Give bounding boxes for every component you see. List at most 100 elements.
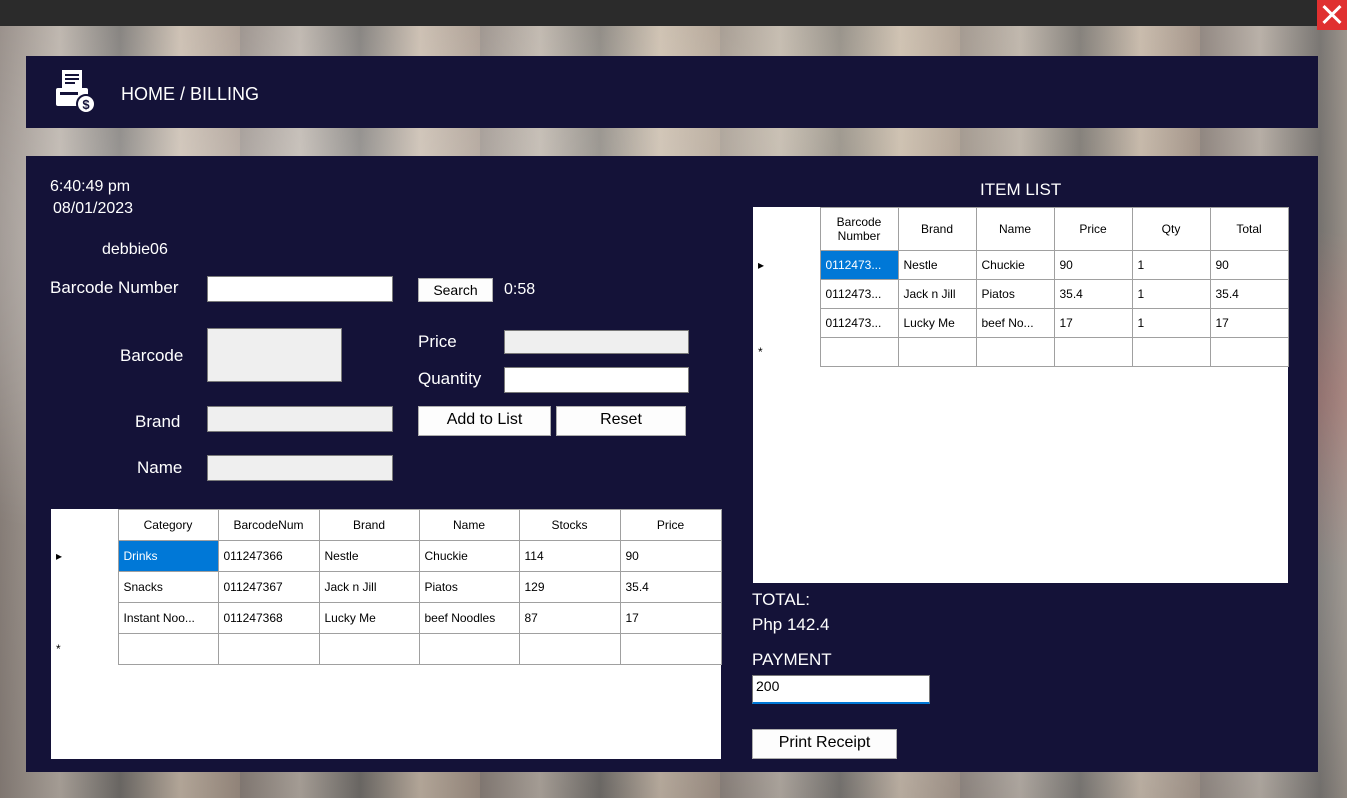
quantity-input[interactable] [504,367,689,393]
table-cell[interactable]: 17 [1209,308,1289,338]
name-label: Name [137,458,183,477]
column-header[interactable]: Name [418,509,520,541]
table-cell[interactable]: 1 [1131,279,1211,309]
table-cell[interactable]: Lucky Me [318,602,420,634]
new-row[interactable]: * [753,337,1289,367]
table-cell[interactable]: 17 [1053,308,1133,338]
table-cell[interactable]: 0112473... [819,279,899,309]
new-row-marker: * [753,337,821,367]
column-header[interactable]: Stocks [518,509,621,541]
table-cell[interactable] [518,633,621,665]
price-label: Price [418,332,457,351]
timer: 0:58 [504,281,536,298]
search-button[interactable]: Search [418,278,493,302]
table-cell[interactable]: Lucky Me [897,308,977,338]
table-cell[interactable] [1131,337,1211,367]
new-row-marker: * [51,633,119,665]
table-cell[interactable]: 87 [518,602,621,634]
column-header[interactable]: Barcode Number [819,207,899,251]
close-icon[interactable] [1317,0,1347,30]
table-cell[interactable]: Nestle [897,250,977,280]
table-cell[interactable]: 35.4 [1209,279,1289,309]
quantity-label: Quantity [418,369,482,388]
product-grid[interactable]: Category BarcodeNum Brand Name Stocks Pr… [51,509,722,759]
barcode-number-input[interactable] [207,276,393,302]
table-cell[interactable]: 129 [518,571,621,603]
row-header[interactable] [51,571,119,603]
table-cell[interactable] [217,633,320,665]
table-row[interactable]: ▸ 0112473... Nestle Chuckie 90 1 90 [753,250,1289,280]
new-row[interactable]: * [51,633,722,665]
username: debbie06 [102,241,168,258]
table-cell[interactable] [619,633,722,665]
title-bar [0,0,1347,26]
table-cell[interactable]: Drinks [117,540,219,572]
table-row[interactable]: ▸ Drinks 011247366 Nestle Chuckie 114 90 [51,540,722,572]
table-cell[interactable]: 114 [518,540,621,572]
table-cell[interactable]: Jack n Jill [897,279,977,309]
table-cell[interactable] [819,337,899,367]
column-header[interactable]: Price [1053,207,1133,251]
table-cell[interactable] [318,633,420,665]
column-header[interactable]: Category [117,509,219,541]
table-cell[interactable]: 011247367 [217,571,320,603]
table-cell[interactable]: Instant Noo... [117,602,219,634]
column-header[interactable]: Name [975,207,1055,251]
table-cell[interactable]: beef No... [975,308,1055,338]
row-header[interactable] [753,308,821,338]
row-header[interactable] [753,279,821,309]
payment-label: PAYMENT [752,650,832,669]
table-cell[interactable]: Piatos [975,279,1055,309]
table-cell[interactable]: 1 [1131,308,1211,338]
billing-panel: 6:40:49 pm 08/01/2023 debbie06 Barcode N… [26,156,1318,772]
table-cell[interactable]: 90 [1209,250,1289,280]
current-row-arrow-icon: ▸ [51,540,119,572]
table-row[interactable]: Snacks 011247367 Jack n Jill Piatos 129 … [51,571,722,603]
table-cell[interactable]: Piatos [418,571,520,603]
barcode-number-label: Barcode Number [50,278,179,297]
table-cell[interactable] [117,633,219,665]
column-header[interactable]: Brand [897,207,977,251]
row-header-corner [753,207,821,251]
total-label: TOTAL: [752,590,810,609]
table-cell[interactable]: Chuckie [975,250,1055,280]
table-cell[interactable]: beef Noodles [418,602,520,634]
add-to-list-button[interactable]: Add to List [418,406,551,436]
column-header[interactable]: Total [1209,207,1289,251]
payment-input[interactable]: 200 [752,675,930,704]
row-header[interactable] [51,602,119,634]
table-cell[interactable]: Snacks [117,571,219,603]
reset-button[interactable]: Reset [556,406,686,436]
column-header[interactable]: Qty [1131,207,1211,251]
table-cell[interactable]: 0112473... [819,250,899,280]
table-cell[interactable]: Jack n Jill [318,571,420,603]
column-header[interactable]: Brand [318,509,420,541]
print-receipt-button[interactable]: Print Receipt [752,729,897,759]
billing-icon: $ [56,70,96,114]
table-cell[interactable] [1209,337,1289,367]
table-cell[interactable]: Nestle [318,540,420,572]
table-cell[interactable] [418,633,520,665]
table-cell[interactable] [975,337,1055,367]
column-header[interactable]: Price [619,509,722,541]
table-cell[interactable]: 90 [619,540,722,572]
table-cell[interactable]: 90 [1053,250,1133,280]
item-list-grid[interactable]: Barcode Number Brand Name Price Qty Tota… [753,207,1289,583]
price-field [504,330,689,354]
table-cell[interactable] [897,337,977,367]
table-cell[interactable]: Chuckie [418,540,520,572]
table-cell[interactable] [1053,337,1133,367]
current-date: 08/01/2023 [53,200,134,217]
table-cell[interactable]: 0112473... [819,308,899,338]
table-cell[interactable]: 35.4 [1053,279,1133,309]
table-row[interactable]: Instant Noo... 011247368 Lucky Me beef N… [51,602,722,634]
table-row[interactable]: 0112473... Jack n Jill Piatos 35.4 1 35.… [753,279,1289,309]
column-header[interactable]: BarcodeNum [217,509,320,541]
table-cell[interactable]: 011247368 [217,602,320,634]
table-cell[interactable]: 1 [1131,250,1211,280]
table-cell[interactable]: 35.4 [619,571,722,603]
table-cell[interactable]: 17 [619,602,722,634]
item-list-title: ITEM LIST [980,180,1062,199]
table-cell[interactable]: 011247366 [217,540,320,572]
table-row[interactable]: 0112473... Lucky Me beef No... 17 1 17 [753,308,1289,338]
